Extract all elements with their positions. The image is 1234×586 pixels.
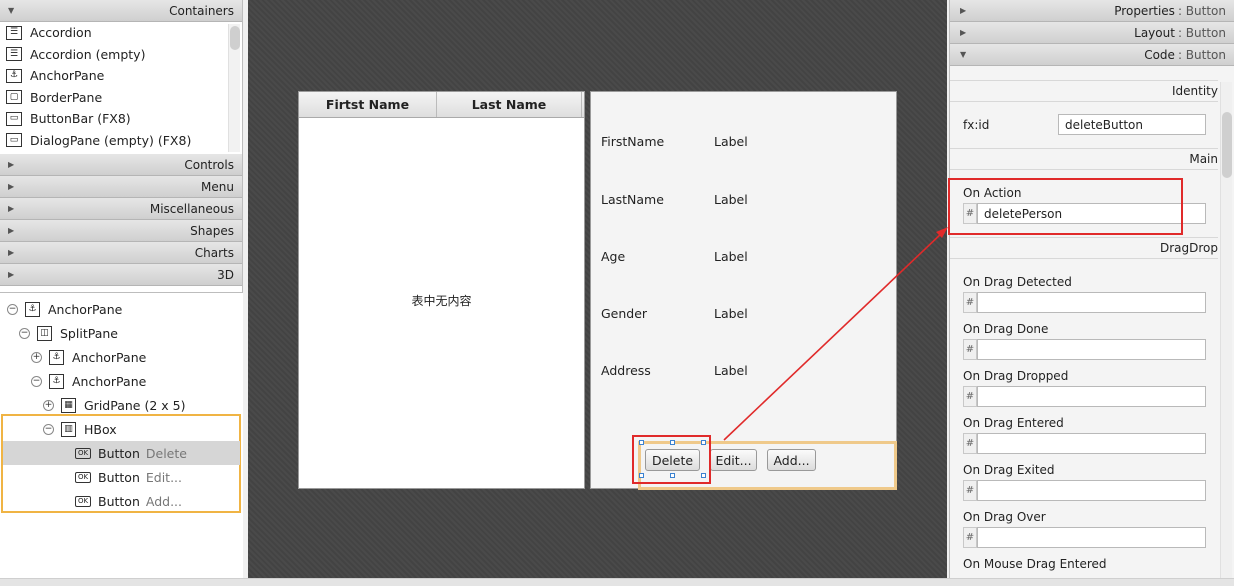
main-section-title: Main — [1189, 152, 1218, 166]
event-label: On Drag Exited — [963, 463, 1055, 477]
expand-triangle-icon: ▶ — [960, 28, 967, 37]
section-title: Code — [1144, 47, 1175, 62]
divider — [950, 237, 1218, 238]
inspector-section-properties[interactable]: ▶ Properties : Button — [950, 0, 1234, 22]
event-label: On Drag Entered — [963, 416, 1064, 430]
identity-section-title: Identity — [1172, 84, 1218, 98]
collapse-triangle-icon: ▼ — [960, 50, 967, 59]
scrollbar-thumb[interactable] — [1222, 112, 1232, 178]
divider — [950, 80, 1218, 81]
fxid-label: fx:id — [963, 118, 990, 132]
on-drag-entered-input[interactable] — [977, 433, 1206, 454]
inspector-section-layout[interactable]: ▶ Layout : Button — [950, 22, 1234, 44]
inspector-panel: ▶ Properties : Button ▶ Layout : Button … — [948, 0, 1234, 578]
status-bar — [0, 578, 1234, 586]
divider — [950, 101, 1218, 102]
event-label: On Drag Dropped — [963, 369, 1069, 383]
hash-icon: # — [963, 292, 977, 313]
on-drag-over-input[interactable] — [977, 527, 1206, 548]
divider — [950, 258, 1218, 259]
hash-icon: # — [963, 339, 977, 360]
divider — [950, 148, 1218, 149]
fxid-input[interactable]: deleteButton — [1058, 114, 1206, 135]
on-action-annotation — [948, 178, 1183, 235]
event-label: On Drag Detected — [963, 275, 1072, 289]
scene-builder-window: ▼ Containers ☰ Accordion ☰ Accordion (em… — [0, 0, 1234, 586]
inspector-scrollbar[interactable] — [1220, 82, 1232, 578]
section-subtitle: : Button — [1177, 3, 1226, 18]
event-label: On Drag Over — [963, 510, 1046, 524]
arrow-line — [723, 231, 944, 441]
expand-triangle-icon: ▶ — [960, 6, 967, 15]
on-drag-detected-input[interactable] — [977, 292, 1206, 313]
section-subtitle: : Button — [1177, 47, 1226, 62]
hash-icon: # — [963, 527, 977, 548]
event-label: On Mouse Drag Entered — [963, 557, 1107, 571]
on-drag-exited-input[interactable] — [977, 480, 1206, 501]
inspector-section-code[interactable]: ▼ Code : Button — [950, 44, 1234, 66]
section-title: Layout — [1134, 25, 1175, 40]
dragdrop-section-title: DragDrop — [1159, 241, 1218, 255]
section-title: Properties — [1114, 3, 1175, 18]
section-subtitle: : Button — [1177, 25, 1226, 40]
hash-icon: # — [963, 386, 977, 407]
on-drag-dropped-input[interactable] — [977, 386, 1206, 407]
hash-icon: # — [963, 433, 977, 454]
hash-icon: # — [963, 480, 977, 501]
on-drag-done-input[interactable] — [977, 339, 1206, 360]
divider — [950, 169, 1218, 170]
event-label: On Drag Done — [963, 322, 1049, 336]
